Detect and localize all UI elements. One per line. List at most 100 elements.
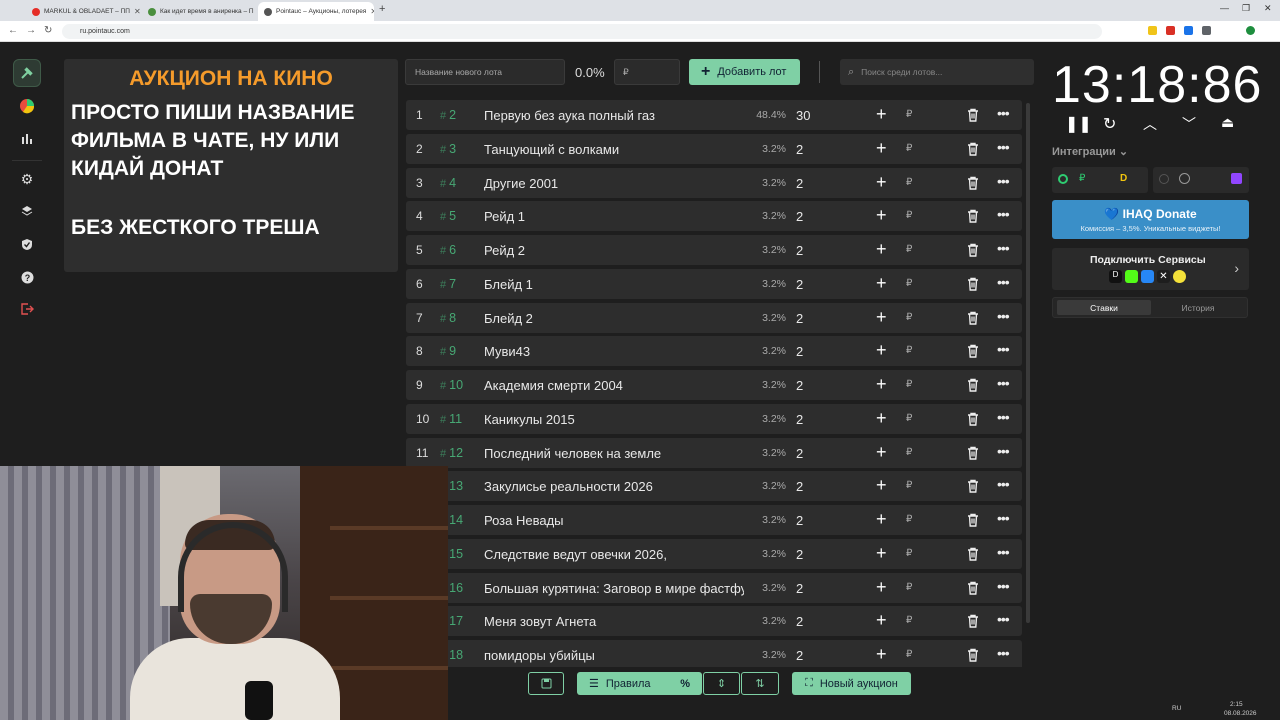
- close-icon[interactable]: ✕: [254, 7, 256, 16]
- new-tab-button[interactable]: +: [379, 3, 385, 15]
- lot-row[interactable]: 5 #6 Рейд 2 3.2% 2 + ₽ •••: [406, 235, 1022, 265]
- lot-name[interactable]: Закулисье реальности 2026: [484, 479, 744, 494]
- lot-amount[interactable]: 2: [796, 547, 803, 562]
- more-options-icon[interactable]: •••: [997, 206, 1010, 222]
- trash-icon[interactable]: [965, 208, 981, 224]
- trash-icon[interactable]: [965, 445, 981, 461]
- add-bid-icon[interactable]: +: [876, 644, 887, 665]
- trash-icon[interactable]: [965, 647, 981, 663]
- lot-amount[interactable]: 30: [796, 108, 810, 123]
- add-bid-icon[interactable]: +: [876, 239, 887, 260]
- close-icon[interactable]: ✕: [130, 7, 140, 16]
- add-bid-icon[interactable]: +: [876, 509, 887, 530]
- trash-icon[interactable]: [965, 478, 981, 494]
- pause-icon[interactable]: ❚❚: [1065, 114, 1092, 134]
- more-options-icon[interactable]: •••: [997, 139, 1010, 155]
- lot-amount[interactable]: 2: [796, 446, 803, 461]
- new-auction-button[interactable]: ⛶ Новый аукцион: [792, 672, 911, 695]
- lot-name[interactable]: Блейд 1: [484, 277, 744, 292]
- minimize-icon[interactable]: —: [1220, 3, 1229, 13]
- lot-name[interactable]: помидоры убийцы: [484, 648, 744, 663]
- lot-name[interactable]: Академия смерти 2004: [484, 378, 744, 393]
- trash-icon[interactable]: [965, 107, 981, 123]
- lots-scrollbar[interactable]: [1026, 103, 1030, 623]
- split-button[interactable]: ⇕: [703, 672, 740, 695]
- lot-row[interactable]: 17#18помидоры убийцы3.2%2+₽•••: [406, 640, 1022, 667]
- sidebar-item-help[interactable]: ?: [13, 263, 41, 291]
- lot-row[interactable]: 13#14Роза Невады3.2%2+₽•••: [406, 505, 1022, 535]
- sidebar-item-logout[interactable]: [13, 295, 41, 323]
- collapse-icon[interactable]: ⏏: [1221, 114, 1234, 131]
- more-options-icon[interactable]: •••: [997, 443, 1010, 459]
- sidebar-item-security[interactable]: [13, 230, 41, 258]
- trash-icon[interactable]: [965, 580, 981, 596]
- lot-amount[interactable]: 2: [796, 513, 803, 528]
- lot-amount[interactable]: 2: [796, 209, 803, 224]
- lot-amount[interactable]: 2: [796, 176, 803, 191]
- lot-row[interactable]: 6 #7 Блейд 1 3.2% 2 + ₽ •••: [406, 268, 1022, 299]
- lot-row[interactable]: 4 #5 Рейд 1 3.2% 2 + ₽ •••: [406, 201, 1022, 232]
- extension-icon[interactable]: [1184, 26, 1193, 35]
- add-bid-icon[interactable]: +: [876, 205, 887, 226]
- keyboard-language[interactable]: RU: [1172, 705, 1181, 712]
- new-lot-input[interactable]: Название нового лота: [405, 59, 565, 85]
- more-options-icon[interactable]: •••: [997, 341, 1010, 357]
- back-icon[interactable]: ←: [8, 25, 18, 36]
- lot-search-input[interactable]: ⌕ Поиск среди лотов...: [840, 59, 1034, 85]
- lot-row[interactable]: 10 #11 Каникулы 2015 3.2% 2 + ₽ •••: [406, 403, 1022, 434]
- profile-avatar[interactable]: [1246, 26, 1255, 35]
- lot-row[interactable]: 7 #8 Блейд 2 3.2% 2 + ₽ •••: [406, 302, 1022, 333]
- more-options-icon[interactable]: •••: [997, 510, 1010, 526]
- browser-tab-pointauc[interactable]: Pointauc – Аукционы, лотерея ✕: [258, 2, 374, 21]
- lot-row[interactable]: 9 #10 Академия смерти 2004 3.2% 2 + ₽ •••: [406, 370, 1022, 400]
- lot-name[interactable]: Рейд 1: [484, 209, 744, 224]
- sort-button[interactable]: ⇅: [741, 672, 779, 695]
- lot-row[interactable]: 15#16Большая курятина: Заговор в мире фа…: [406, 572, 1022, 603]
- lot-name[interactable]: Роза Невады: [484, 513, 744, 528]
- integrations-toggle[interactable]: Интеграции ⌄: [1052, 145, 1128, 158]
- lot-name[interactable]: Рейд 2: [484, 243, 744, 258]
- lot-amount[interactable]: 2: [796, 344, 803, 359]
- lot-amount[interactable]: 2: [796, 479, 803, 494]
- lot-row[interactable]: 12#13 Закулисье реальности 20263.2%2+₽••…: [406, 471, 1022, 502]
- lot-row[interactable]: 14#15Следствие ведут овечки 2026,3.2%2+₽…: [406, 538, 1022, 569]
- lot-name[interactable]: Муви43: [484, 344, 744, 359]
- lot-amount[interactable]: 2: [796, 311, 803, 326]
- lot-name[interactable]: Следствие ведут овечки 2026,: [484, 547, 744, 562]
- lot-name[interactable]: Большая курятина: Заговор в мире фастфуд…: [484, 581, 744, 596]
- trash-icon[interactable]: [965, 343, 981, 359]
- ihaq-donate-banner[interactable]: 💙 IHAQ Donate Комиссия – 3,5%. Уникальны…: [1052, 200, 1249, 239]
- lot-row[interactable]: 3 #4 Другие 2001 3.2% 2 + ₽ •••: [406, 167, 1022, 198]
- add-bid-icon[interactable]: +: [876, 138, 887, 159]
- add-bid-icon[interactable]: +: [876, 340, 887, 361]
- trash-icon[interactable]: [965, 276, 981, 292]
- lot-amount[interactable]: 2: [796, 142, 803, 157]
- add-lot-button[interactable]: + Добавить лот: [689, 59, 800, 85]
- lot-row[interactable]: 16#17Меня зовут Агнета3.2%2+₽•••: [406, 606, 1022, 637]
- lot-name[interactable]: Меня зовут Агнета: [484, 614, 744, 629]
- more-options-icon[interactable]: •••: [997, 578, 1010, 594]
- trash-icon[interactable]: [965, 377, 981, 393]
- trash-icon[interactable]: [965, 141, 981, 157]
- lot-amount[interactable]: 2: [796, 277, 803, 292]
- more-options-icon[interactable]: •••: [997, 240, 1010, 256]
- lot-name[interactable]: Блейд 2: [484, 311, 744, 326]
- add-bid-icon[interactable]: +: [876, 307, 887, 328]
- browser-tab-video[interactable]: Как идет время в аниренка – П ✕: [142, 2, 256, 21]
- lot-name[interactable]: Последний человек на земле: [484, 446, 744, 461]
- sidebar-item-stats[interactable]: [13, 124, 41, 152]
- connect-services-button[interactable]: Подключить Сервисы D ✕ ›: [1052, 248, 1249, 290]
- integration-inactive-group[interactable]: [1153, 167, 1249, 193]
- more-options-icon[interactable]: •••: [997, 476, 1010, 492]
- amount-input[interactable]: ₽: [614, 59, 680, 85]
- chevron-up-icon[interactable]: ︿: [1143, 114, 1157, 134]
- more-options-icon[interactable]: •••: [997, 544, 1010, 560]
- sidebar-item-wheel[interactable]: [13, 92, 41, 120]
- sidebar-item-layers[interactable]: [13, 197, 41, 225]
- close-window-icon[interactable]: ✕: [1264, 3, 1272, 14]
- trash-icon[interactable]: [965, 546, 981, 562]
- lot-name[interactable]: Первую без аука полный газ: [484, 108, 744, 123]
- browser-tab-music[interactable]: MARKUL & OBLADAET – ПП ✕: [26, 2, 140, 21]
- lot-amount[interactable]: 2: [796, 243, 803, 258]
- chevron-down-icon[interactable]: ﹀: [1182, 114, 1196, 134]
